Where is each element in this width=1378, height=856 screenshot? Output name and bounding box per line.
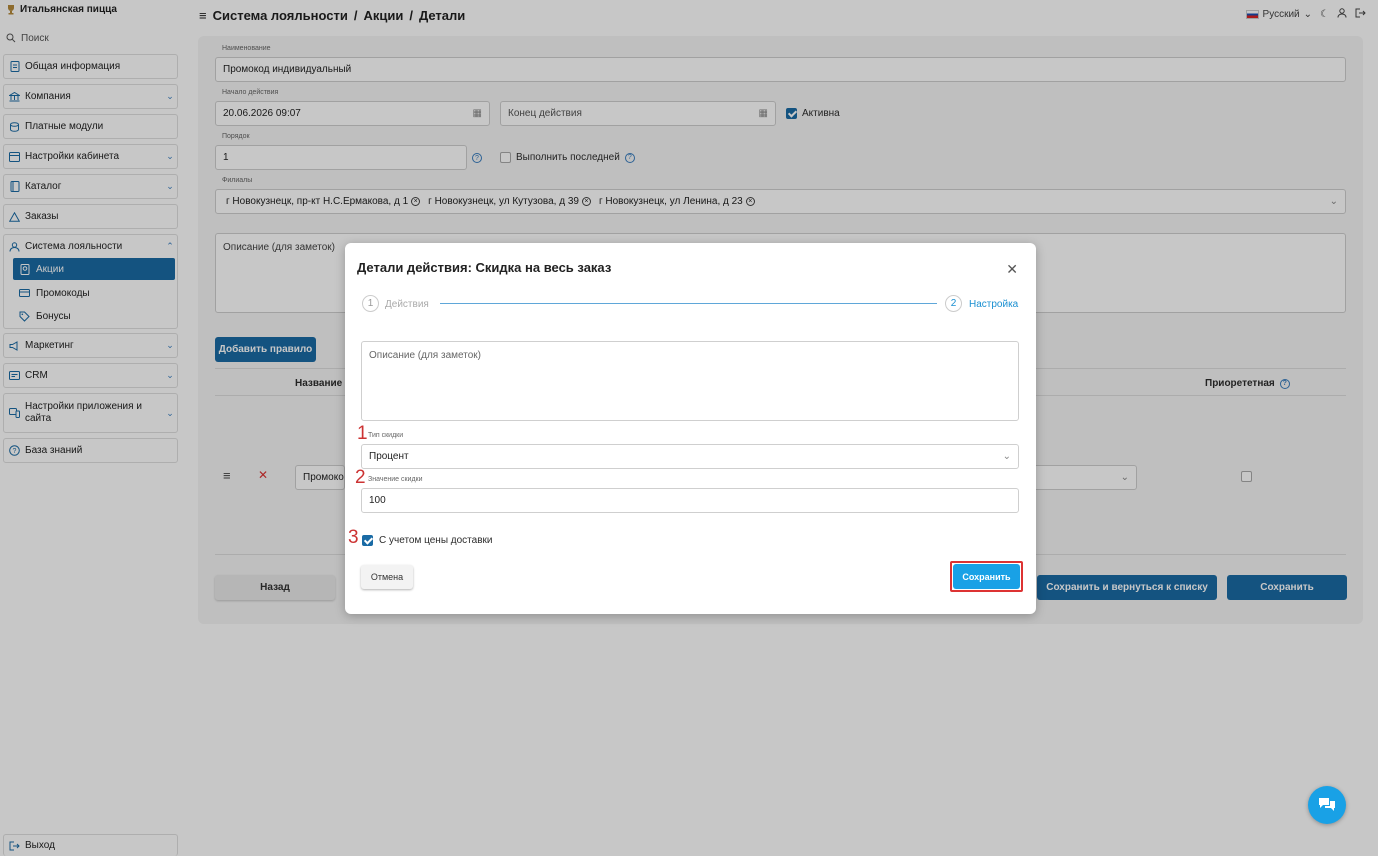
discount-type-value: Процент	[369, 451, 409, 462]
discount-type-label: Тип скидки	[368, 432, 404, 439]
annotation-marker-1: 1	[357, 423, 368, 444]
discount-type-select[interactable]: Процент ⌄	[361, 444, 1019, 469]
chat-icon	[1318, 796, 1336, 815]
step-2-label[interactable]: Настройка	[969, 299, 1018, 310]
step-2-indicator[interactable]: 2	[945, 295, 962, 312]
step-1-label[interactable]: Действия	[385, 299, 429, 310]
checkbox-checked-icon[interactable]	[362, 535, 373, 546]
cancel-button[interactable]: Отмена	[361, 565, 413, 589]
include-delivery-label: С учетом цены доставки	[379, 535, 493, 546]
annotation-marker-3: 3	[348, 527, 359, 548]
step-1-indicator[interactable]: 1	[362, 295, 379, 312]
modal-description-textarea[interactable]: Описание (для заметок)	[361, 341, 1019, 421]
modal-save-button[interactable]: Сохранить	[953, 564, 1020, 589]
close-icon[interactable]: ✕	[1006, 261, 1018, 278]
annotation-marker-2: 2	[355, 467, 366, 488]
modal-title: Детали действия: Скидка на весь заказ	[357, 260, 612, 275]
chat-button[interactable]	[1308, 786, 1346, 824]
chevron-down-icon: ⌄	[1002, 451, 1011, 462]
discount-value-input[interactable]: 100	[361, 488, 1019, 513]
include-delivery-checkbox[interactable]: С учетом цены доставки	[362, 535, 493, 546]
action-details-modal: Детали действия: Скидка на весь заказ ✕ …	[345, 243, 1036, 614]
step-connector	[440, 303, 937, 304]
discount-value-label: Значение скидки	[368, 476, 423, 483]
